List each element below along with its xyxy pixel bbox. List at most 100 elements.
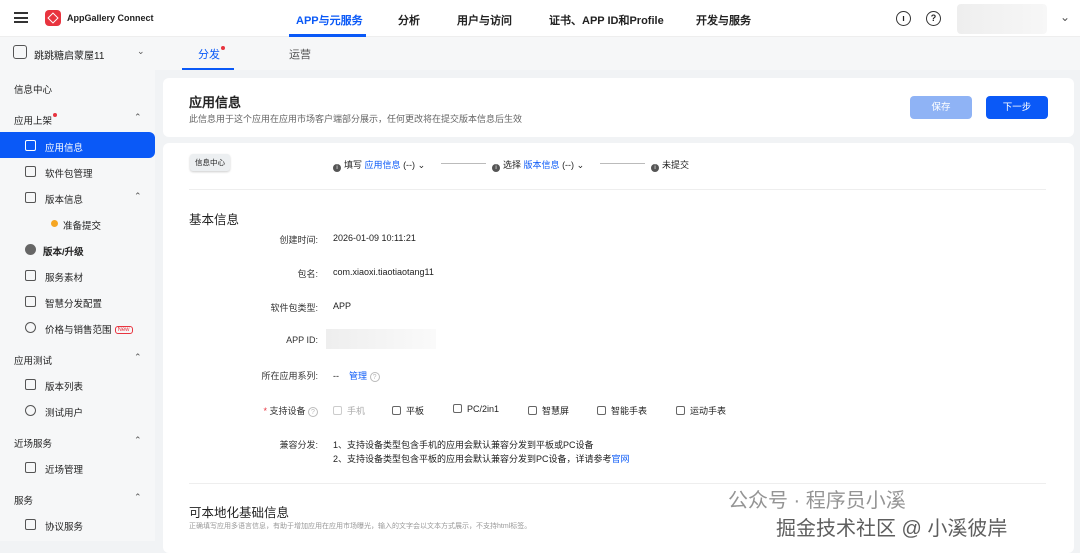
page-description: 此信息用于这个应用在应用市场客户端部分展示，任何更改将在提交版本信息后生效 bbox=[189, 114, 523, 124]
step-fill-app-info[interactable]: i 填写 应用信息 (--) ⌄ bbox=[333, 158, 425, 172]
package-label: 包名: bbox=[297, 269, 318, 279]
package-value: com.xiaoxi.tiaotiaotang11 bbox=[333, 267, 434, 277]
created-label: 创建时间: bbox=[279, 235, 318, 245]
localizable-info-title: 可本地化基础信息 bbox=[189, 506, 290, 520]
chevron-up-icon[interactable]: ⌃ bbox=[134, 112, 142, 123]
status-dot-icon bbox=[51, 220, 58, 227]
plus-circle-icon bbox=[25, 244, 36, 255]
created-value: 2026-01-09 10:11:21 bbox=[333, 233, 416, 243]
sidebar-item-packages[interactable]: 软件包管理 bbox=[45, 166, 93, 180]
compat-label: 兼容分发: bbox=[279, 440, 318, 450]
series-label: 所在应用系列: bbox=[261, 371, 318, 381]
tab-operations[interactable]: 运营 bbox=[289, 46, 311, 62]
agreement-icon bbox=[25, 519, 36, 530]
basic-info-title: 基本信息 bbox=[189, 213, 240, 227]
top-bar bbox=[0, 0, 1080, 37]
step-connector bbox=[600, 163, 645, 164]
watermark-line-2: 掘金技术社区 @ 小溪彼岸 bbox=[776, 518, 1008, 540]
package-icon bbox=[25, 166, 36, 177]
nav-analytics[interactable]: 分析 bbox=[398, 12, 420, 28]
tab-distribution[interactable]: 分发 bbox=[198, 46, 225, 62]
sidebar-item-ready-submit[interactable]: 准备提交 bbox=[63, 218, 101, 232]
sidebar-item-smart-distribution[interactable]: 智慧分发配置 bbox=[45, 296, 102, 310]
compat-line-1: 1、支持设备类型包含手机的应用会默认兼容分发到平板或PC设备 bbox=[333, 440, 594, 450]
nav-app-services[interactable]: APP与元服务 bbox=[296, 12, 363, 28]
tab-indicator bbox=[182, 68, 234, 70]
divider bbox=[189, 483, 1046, 484]
info-icon: i bbox=[651, 164, 659, 172]
sidebar-item-version-upgrade[interactable]: 版本/升级 bbox=[43, 244, 84, 258]
chevron-up-icon[interactable]: ⌃ bbox=[134, 352, 142, 363]
nav-dev-services[interactable]: 开发与服务 bbox=[696, 12, 751, 28]
version-icon bbox=[25, 192, 36, 203]
device-smartscreen-checkbox[interactable]: 智慧屏 bbox=[528, 404, 569, 417]
sidebar-item-app-info[interactable]: 应用信息 bbox=[45, 140, 83, 154]
sidebar-group-services[interactable]: 服务 bbox=[14, 493, 33, 507]
info-icon: i bbox=[333, 164, 341, 172]
brand-name: AppGallery Connect bbox=[67, 13, 154, 23]
type-label: 软件包类型: bbox=[270, 303, 318, 313]
nearby-icon bbox=[25, 462, 36, 473]
sidebar-item-agreement[interactable]: 协议服务 bbox=[45, 519, 83, 533]
next-button[interactable]: 下一步 bbox=[986, 96, 1048, 119]
new-badge: New bbox=[114, 326, 133, 335]
info-icon: i bbox=[492, 164, 500, 172]
watermark-line-1: 公众号 · 程序员小溪 bbox=[728, 490, 906, 512]
manage-link[interactable]: 管理 bbox=[349, 371, 367, 381]
sub-bar bbox=[0, 37, 1080, 70]
type-value: APP bbox=[333, 301, 352, 311]
info-center-tag[interactable]: 信息中心 bbox=[190, 154, 230, 171]
sidebar-item-test-users[interactable]: 测试用户 bbox=[45, 405, 83, 419]
sidebar-item-service-assets[interactable]: 服务素材 bbox=[45, 270, 83, 284]
nav-users-access[interactable]: 用户与访问 bbox=[457, 12, 512, 28]
user-icon bbox=[25, 405, 36, 416]
step-select-version[interactable]: i 选择 版本信息 (--) ⌄ bbox=[492, 158, 584, 172]
chevron-up-icon[interactable]: ⌃ bbox=[134, 191, 142, 202]
app-icon bbox=[13, 45, 27, 59]
official-site-link[interactable]: 官网 bbox=[612, 454, 630, 464]
appid-label: APP ID: bbox=[286, 335, 318, 345]
sidebar-item-version-info[interactable]: 版本信息 bbox=[45, 192, 83, 206]
device-pc-checkbox[interactable]: PC/2in1 bbox=[453, 404, 499, 414]
device-phone-checkbox[interactable]: 手机 bbox=[333, 404, 365, 417]
sidebar-group-app-listing[interactable]: 应用上架 bbox=[14, 113, 58, 127]
chevron-down-icon[interactable]: ⌄ bbox=[137, 46, 145, 57]
series-value: -- 管理 ? bbox=[333, 369, 380, 382]
form-card bbox=[163, 143, 1074, 553]
appgallery-logo bbox=[45, 10, 61, 26]
sidebar-group-nearby[interactable]: 近场服务 bbox=[14, 436, 52, 450]
nav-certificates[interactable]: 证书、APP ID和Profile bbox=[549, 12, 664, 28]
sidebar-group-app-testing[interactable]: 应用测试 bbox=[14, 353, 52, 367]
sidebar-item-nearby-manage[interactable]: 近场管理 bbox=[45, 462, 83, 476]
device-sportswatch-checkbox[interactable]: 运动手表 bbox=[676, 404, 726, 417]
sidebar-item-info-center[interactable]: 信息中心 bbox=[14, 82, 52, 96]
chevron-down-icon[interactable]: ⌄ bbox=[1060, 10, 1070, 24]
account-area[interactable] bbox=[957, 4, 1047, 34]
step-connector bbox=[441, 163, 486, 164]
device-tablet-checkbox[interactable]: 平板 bbox=[392, 404, 424, 417]
device-smartwatch-checkbox[interactable]: 智能手表 bbox=[597, 404, 647, 417]
sidebar-item-version-list[interactable]: 版本列表 bbox=[45, 379, 83, 393]
question-icon[interactable]: ? bbox=[926, 11, 941, 26]
price-icon bbox=[25, 322, 36, 333]
chevron-up-icon[interactable]: ⌃ bbox=[134, 435, 142, 446]
app-selector[interactable]: 跳跳糖启蒙屋11 bbox=[34, 47, 104, 62]
divider bbox=[189, 189, 1046, 190]
step-not-submitted: i 未提交 bbox=[651, 158, 689, 172]
menu-icon[interactable] bbox=[14, 12, 28, 23]
smart-distribution-icon bbox=[25, 296, 36, 307]
help-icon: ? bbox=[308, 407, 318, 417]
localizable-info-desc: 正确填写应用多语言信息，有助于增加应用在应用市场曝光，输入的文字会以文本方式展示… bbox=[189, 523, 532, 530]
voice-help-icon[interactable]: ı bbox=[896, 11, 911, 26]
save-button[interactable]: 保存 bbox=[910, 96, 972, 119]
compat-line-2: 2、支持设备类型包含平板的应用会默认兼容分发到PC设备，详请参考官网 bbox=[333, 454, 630, 464]
assets-icon bbox=[25, 270, 36, 281]
help-icon[interactable]: ? bbox=[369, 372, 380, 382]
app-info-icon bbox=[25, 140, 36, 151]
chevron-up-icon[interactable]: ⌃ bbox=[134, 492, 142, 503]
appid-value-blurred bbox=[326, 329, 436, 349]
sidebar-item-pricing[interactable]: 价格与销售范围 New bbox=[45, 322, 133, 336]
devices-label: * 支持设备 ? bbox=[263, 404, 318, 417]
page-title: 应用信息 bbox=[189, 95, 242, 110]
list-icon bbox=[25, 379, 36, 390]
